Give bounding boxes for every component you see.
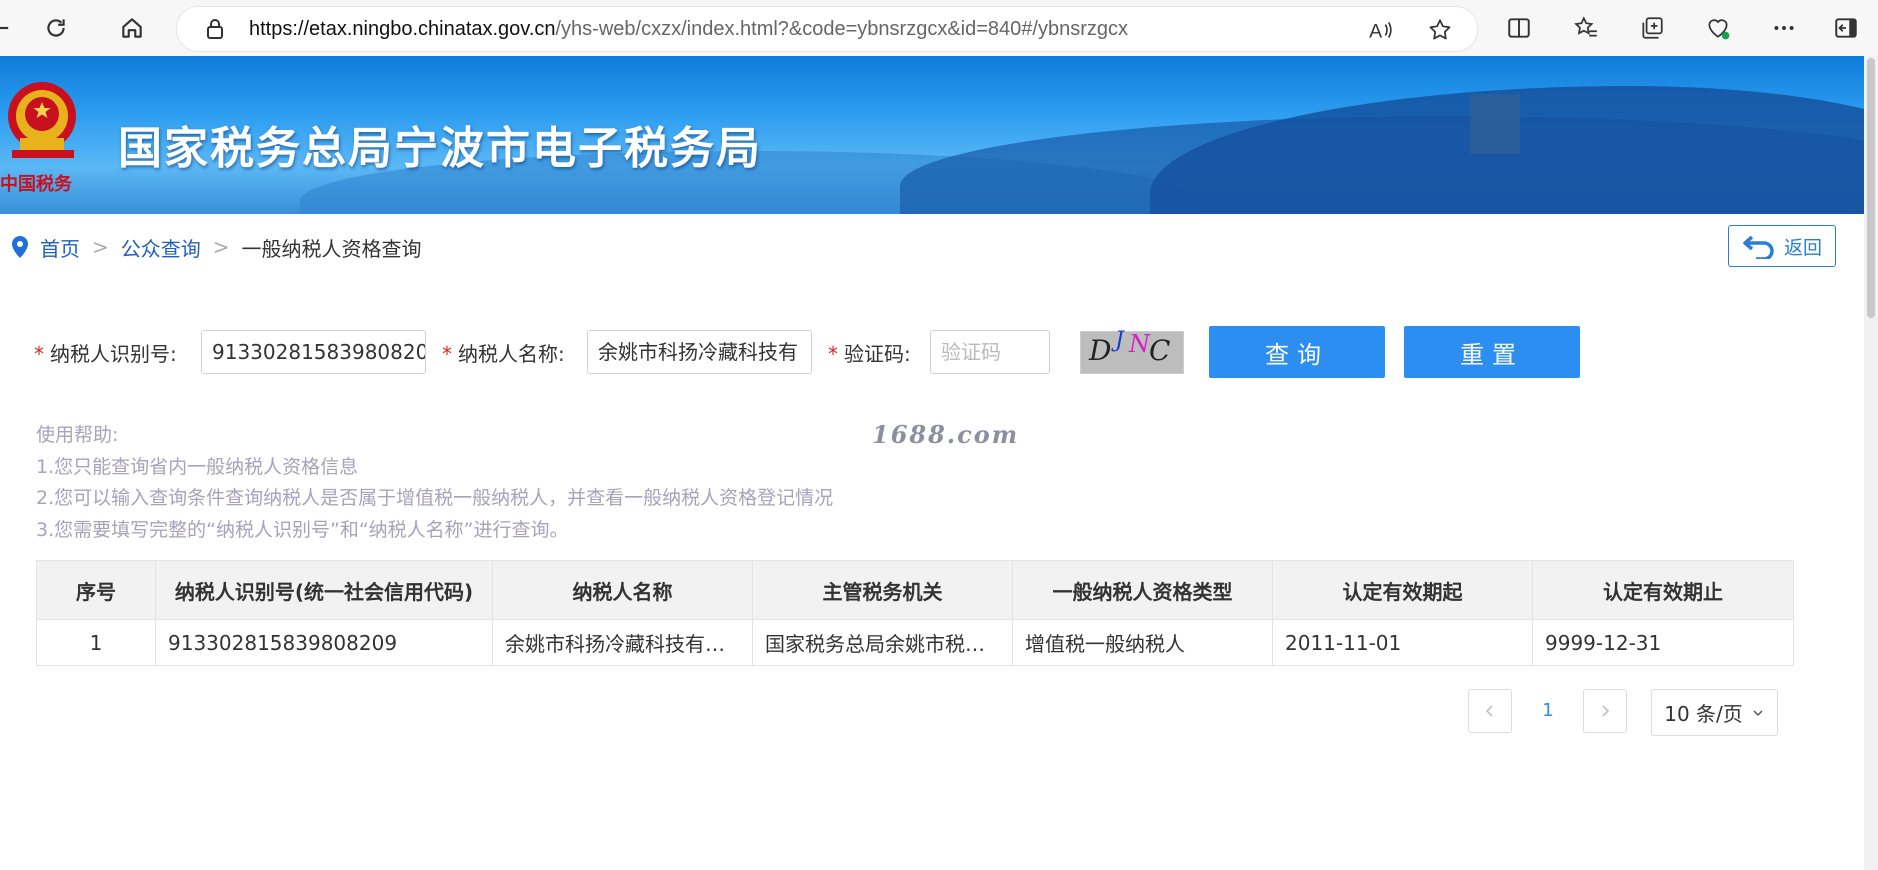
sidebar-toggle-icon[interactable] [1830, 12, 1862, 44]
breadcrumb-home-link[interactable]: 首页 [40, 233, 80, 262]
captcha-input[interactable]: 验证码 [930, 330, 1050, 374]
more-options-icon[interactable] [1768, 12, 1800, 44]
breadcrumb: 首页 > 公众查询 > 一般纳税人资格查询 [10, 232, 422, 262]
next-page-button[interactable] [1583, 689, 1627, 733]
chevron-left-icon [1485, 705, 1493, 717]
chevron-down-icon [1753, 709, 1763, 716]
return-button-label: 返回 [1783, 236, 1822, 259]
address-bar[interactable]: https://etax.ningbo.chinatax.gov.cn/yhs-… [176, 6, 1478, 52]
page-number[interactable]: 1 [1534, 689, 1562, 733]
home-icon[interactable] [116, 12, 148, 44]
emblem-caption: 中国税务 [0, 174, 72, 195]
table-row: 1 913302815839808209 余姚市科扬冷藏科技有… 国家税务总局余… [36, 619, 1794, 666]
column-header: 一般纳税人资格类型 [1012, 560, 1273, 620]
column-header: 认定有效期止 [1532, 560, 1794, 620]
table-header-row: 序号 纳税人识别号(统一社会信用代码) 纳税人名称 主管税务机关 一般纳税人资格… [36, 560, 1794, 620]
table-cell: 增值税一般纳税人 [1012, 619, 1273, 666]
captcha-char: C [1149, 334, 1171, 367]
captcha-char: N [1129, 330, 1150, 358]
read-aloud-icon[interactable]: A [1367, 17, 1393, 43]
table-cell: 国家税务总局余姚市税… [752, 619, 1013, 666]
page-size-value: 10 条/页 [1664, 702, 1743, 726]
page-scrollbar[interactable] [1864, 56, 1878, 870]
return-button[interactable]: 返回 [1728, 225, 1836, 267]
prev-page-button[interactable] [1468, 689, 1512, 733]
results-table: 序号 纳税人识别号(统一社会信用代码) 纳税人名称 主管税务机关 一般纳税人资格… [36, 560, 1794, 666]
health-heart-icon[interactable] [1702, 12, 1734, 44]
search-button[interactable]: 查询 [1209, 326, 1385, 378]
table-cell: 余姚市科扬冷藏科技有… [492, 619, 753, 666]
breadcrumb-separator: > [92, 235, 109, 259]
breadcrumb-separator: > [212, 235, 230, 259]
breadcrumb-current: 一般纳税人资格查询 [241, 236, 422, 261]
help-line: 2.您可以输入查询条件查询纳税人是否属于增值税一般纳税人，并查看一般纳税人资格登… [36, 487, 834, 509]
help-section: 使用帮助: 1.您只能查询省内一般纳税人资格信息 2.您可以输入查询条件查询纳税… [36, 420, 833, 546]
lock-icon [207, 19, 223, 39]
table-cell: 9999-12-31 [1532, 619, 1794, 666]
help-line: 1.您只能查询省内一般纳税人资格信息 [36, 455, 359, 478]
great-wall-tower [1470, 94, 1520, 154]
watermark: 1688.com [872, 420, 1020, 449]
return-arrow-icon [1743, 235, 1774, 259]
location-pin-icon [12, 236, 28, 258]
table-cell: 1 [36, 619, 156, 666]
breadcrumb-public-query-link[interactable]: 公众查询 [121, 233, 201, 262]
chevron-right-icon [1602, 705, 1610, 717]
refresh-icon[interactable] [40, 12, 72, 44]
taxpayer-name-input[interactable]: 余姚市科扬冷藏科技有 [587, 330, 812, 374]
captcha-label: * 验证码: [828, 342, 911, 366]
reset-button[interactable]: 重置 [1404, 326, 1580, 378]
taxpayer-id-label: * 纳税人识别号: [34, 342, 177, 366]
column-header: 认定有效期起 [1272, 560, 1533, 620]
captcha-image[interactable]: D J N C [1080, 328, 1184, 374]
column-header: 主管税务机关 [752, 560, 1013, 620]
captcha-char: D [1089, 334, 1112, 367]
collections-icon[interactable] [1636, 12, 1668, 44]
taxpayer-name-label: * 纳税人名称: [442, 342, 565, 366]
tax-emblem-icon [8, 82, 76, 158]
captcha-char: J [1115, 328, 1124, 353]
svg-text:A: A [1369, 21, 1382, 43]
column-header: 纳税人识别号(统一社会信用代码) [155, 560, 493, 620]
table-cell: 913302815839808209 [155, 619, 493, 666]
column-header: 序号 [36, 560, 156, 620]
favorite-star-icon[interactable] [1427, 17, 1453, 43]
favorites-icon[interactable] [1570, 12, 1602, 44]
site-banner: 中国税务 国家税务总局宁波市电子税务局 [0, 56, 1864, 214]
scrollbar-thumb[interactable] [1867, 58, 1875, 318]
split-screen-icon[interactable] [1503, 12, 1535, 44]
back-arrow-icon[interactable] [0, 12, 22, 44]
table-cell: 2011-11-01 [1272, 619, 1533, 666]
page-size-select[interactable]: 10 条/页 [1651, 689, 1778, 736]
browser-toolbar: https://etax.ningbo.chinatax.gov.cn/yhs-… [0, 0, 1878, 57]
column-header: 纳税人名称 [492, 560, 753, 620]
help-title: 使用帮助: [36, 424, 119, 446]
site-title: 国家税务总局宁波市电子税务局 [118, 123, 762, 174]
taxpayer-id-input[interactable]: 91330281583980820 [201, 330, 426, 374]
help-line: 3.您需要填写完整的“纳税人识别号”和“纳税人名称”进行查询。 [36, 518, 569, 541]
url-text: https://etax.ningbo.chinatax.gov.cn/yhs-… [249, 18, 1128, 40]
